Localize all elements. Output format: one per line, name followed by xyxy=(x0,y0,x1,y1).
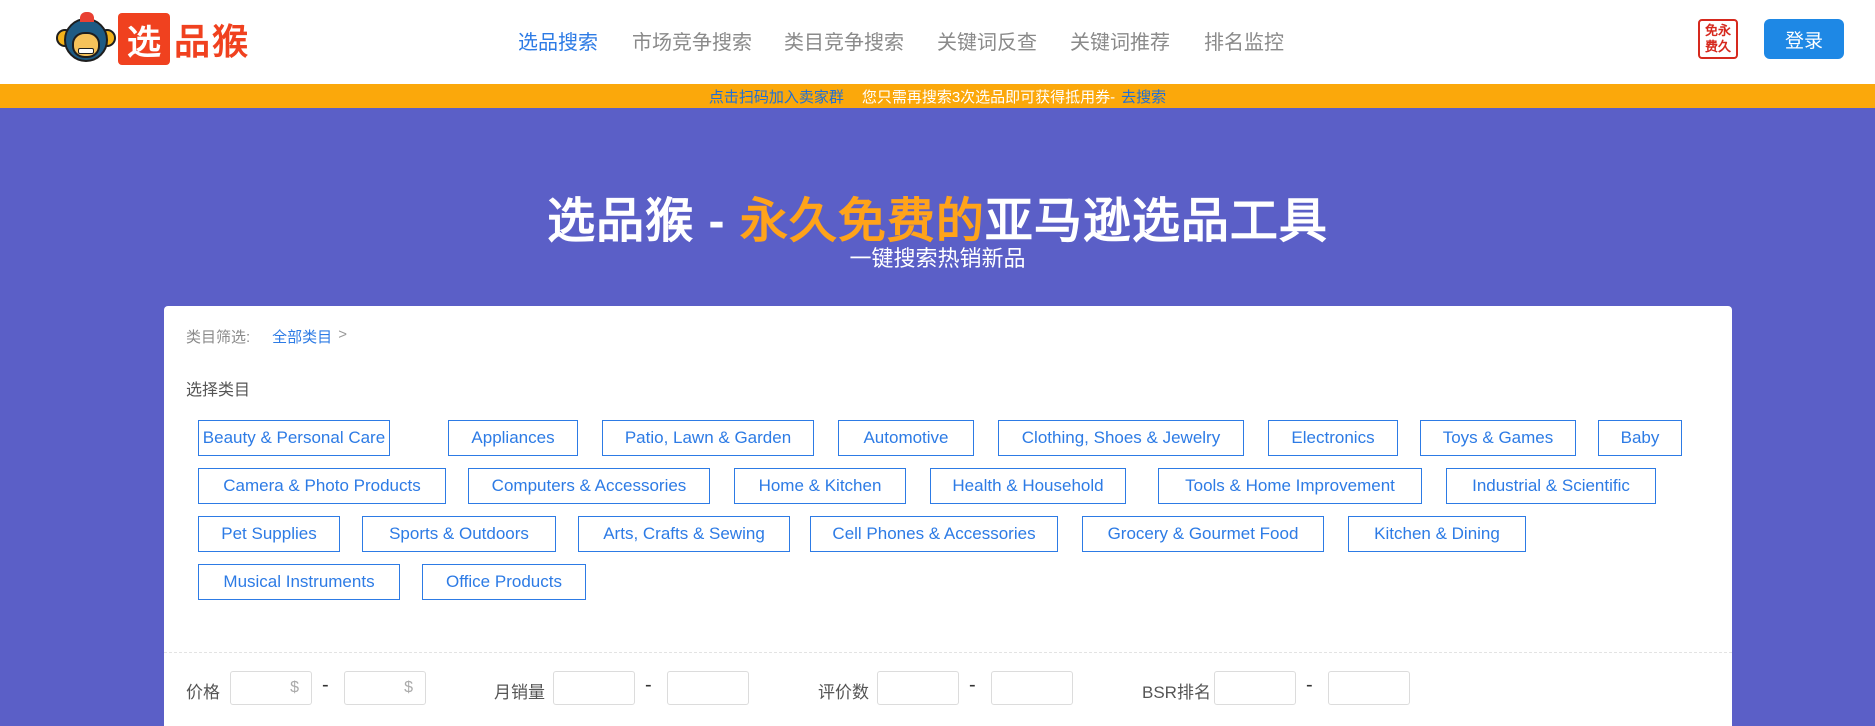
category-button[interactable]: Clothing, Shoes & Jewelry xyxy=(998,420,1244,456)
category-button[interactable]: Tools & Home Improvement xyxy=(1158,468,1422,504)
category-button[interactable]: Home & Kitchen xyxy=(734,468,906,504)
filter-panel: 类目筛选: 全部类目 > 选择类目 Beauty & Personal Care… xyxy=(164,306,1732,726)
category-button[interactable]: Camera & Photo Products xyxy=(198,468,446,504)
price-max-input[interactable]: $ xyxy=(344,671,426,705)
category-button[interactable]: Automotive xyxy=(838,420,974,456)
category-button[interactable]: Cell Phones & Accessories xyxy=(810,516,1058,552)
category-button[interactable]: Patio, Lawn & Garden xyxy=(602,420,814,456)
main-nav: 选品搜索 市场竞争搜索 类目竞争搜索 关键词反查 关键词推荐 排名监控 xyxy=(0,26,1875,56)
badge-char: 免 xyxy=(1704,23,1718,38)
notice-bar: 点击扫码加入卖家群 您只需再搜索3次选品即可获得抵用券- 去搜索 xyxy=(0,84,1875,108)
top-navbar: 选 品猴 选品搜索 市场竞争搜索 类目竞争搜索 关键词反查 关键词推荐 排名监控… xyxy=(0,0,1875,84)
monthly-sales-max-input[interactable] xyxy=(667,671,749,705)
monthly-sales-min-input[interactable] xyxy=(553,671,635,705)
reviews-max-input[interactable] xyxy=(991,671,1073,705)
category-button[interactable]: Beauty & Personal Care xyxy=(198,420,390,456)
bsr-max-input[interactable] xyxy=(1328,671,1410,705)
category-button[interactable]: Sports & Outdoors xyxy=(362,516,556,552)
badge-char: 久 xyxy=(1718,39,1732,54)
category-button[interactable]: Grocery & Gourmet Food xyxy=(1082,516,1324,552)
category-button[interactable]: Office Products xyxy=(422,564,586,600)
nav-keyword-recommend[interactable]: 关键词推荐 xyxy=(1070,26,1170,55)
notice-message: 您只需再搜索3次选品即可获得抵用券- xyxy=(861,88,1116,106)
hero-subtitle: 一键搜索热销新品 xyxy=(849,246,1026,271)
category-button[interactable]: Toys & Games xyxy=(1420,420,1576,456)
reviews-min-input[interactable] xyxy=(877,671,959,705)
reviews-label: 评价数 xyxy=(818,683,869,702)
category-button[interactable]: Baby xyxy=(1598,420,1682,456)
category-button[interactable]: Arts, Crafts & Sewing xyxy=(578,516,790,552)
nav-rank-monitor[interactable]: 排名监控 xyxy=(1204,26,1284,55)
badge-char: 永 xyxy=(1718,23,1732,38)
bsr-min-input[interactable] xyxy=(1214,671,1296,705)
badge-char: 费 xyxy=(1704,39,1718,54)
category-button[interactable]: Electronics xyxy=(1268,420,1398,456)
category-button[interactable]: Kitchen & Dining xyxy=(1348,516,1526,552)
nav-category-competition[interactable]: 类目竞争搜索 xyxy=(784,26,904,55)
free-forever-badge[interactable]: 免 永 费 久 xyxy=(1698,19,1738,59)
range-separator: - xyxy=(1306,674,1313,696)
category-button[interactable]: Musical Instruments xyxy=(198,564,400,600)
breadcrumb-separator: > xyxy=(338,326,347,343)
select-category-label: 选择类目 xyxy=(186,382,251,399)
section-divider xyxy=(164,652,1732,653)
range-separator: - xyxy=(645,674,652,696)
login-button[interactable]: 登录 xyxy=(1764,19,1844,59)
go-search-link[interactable]: 去搜索 xyxy=(1121,86,1166,107)
category-button[interactable]: Industrial & Scientific xyxy=(1446,468,1656,504)
category-button[interactable]: Health & Household xyxy=(930,468,1126,504)
category-button[interactable]: Appliances xyxy=(448,420,578,456)
nav-market-competition[interactable]: 市场竞争搜索 xyxy=(632,26,752,55)
price-min-input[interactable]: $ xyxy=(230,671,312,705)
range-separator: - xyxy=(969,674,976,696)
breadcrumb-label: 类目筛选: xyxy=(186,329,251,346)
category-button[interactable]: Pet Supplies xyxy=(198,516,340,552)
category-button[interactable]: Computers & Accessories xyxy=(468,468,710,504)
monthly-sales-label: 月销量 xyxy=(494,683,545,702)
bsr-label: BSR排名 xyxy=(1142,683,1211,702)
price-label: 价格 xyxy=(186,683,220,702)
breadcrumb-all-categories[interactable]: 全部类目 xyxy=(272,326,332,347)
nav-keyword-reverse[interactable]: 关键词反查 xyxy=(937,26,1037,55)
category-breadcrumb: 类目筛选: 全部类目 > xyxy=(186,326,347,347)
range-separator: - xyxy=(322,674,329,696)
nav-product-search[interactable]: 选品搜索 xyxy=(518,26,598,55)
join-group-link[interactable]: 点击扫码加入卖家群 xyxy=(709,86,844,107)
